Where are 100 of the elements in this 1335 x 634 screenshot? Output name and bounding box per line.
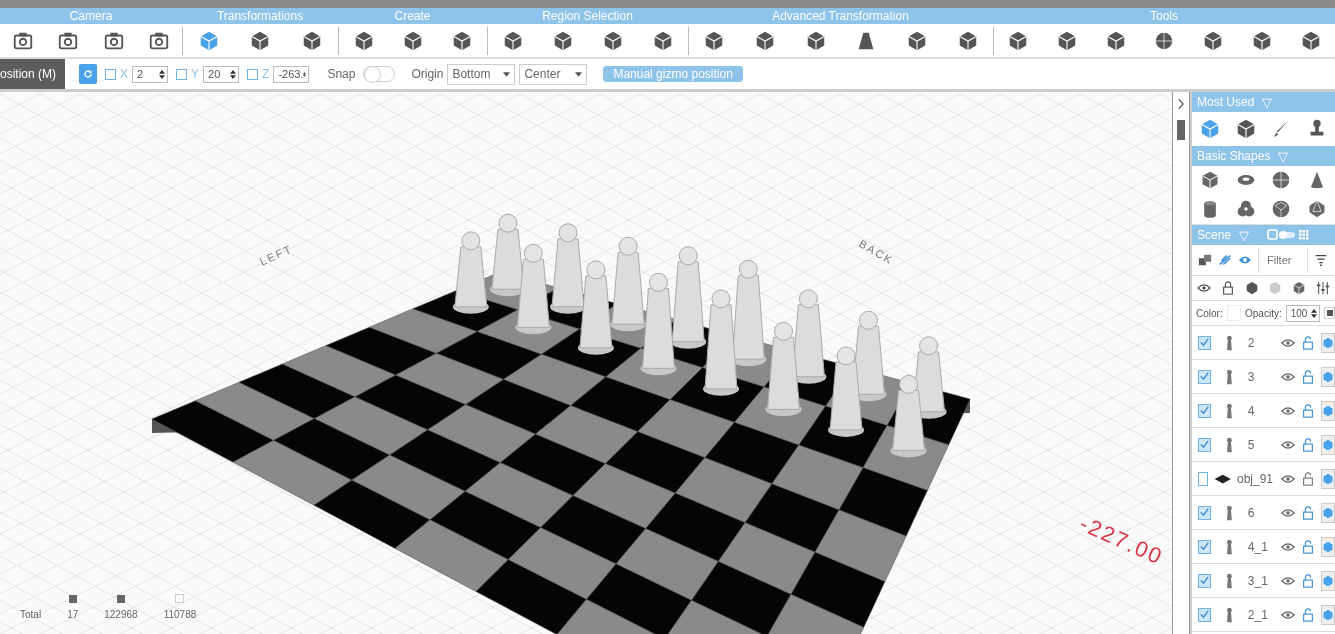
filter-field[interactable]: Filter <box>1258 247 1308 273</box>
scene-object-row[interactable]: 2_1 <box>1192 598 1335 632</box>
scene-object-row[interactable]: 4 <box>1192 394 1335 428</box>
apply-button[interactable] <box>1324 307 1335 319</box>
scene-object-row[interactable]: 4_1 <box>1192 530 1335 564</box>
unlocked-lock-icon[interactable] <box>1301 437 1315 452</box>
object-checkbox[interactable] <box>1198 437 1211 452</box>
origin-label: Origin <box>411 67 444 81</box>
scene-object-row[interactable]: 2 <box>1192 326 1335 360</box>
object-cube-button[interactable] <box>1321 366 1335 387</box>
toolbar-section-title: Create <box>338 8 487 24</box>
stat-label: 110788 <box>163 609 197 620</box>
cube-icon <box>502 30 524 52</box>
object-name: obj_91 <box>1237 471 1271 486</box>
geosphere-icon <box>1271 198 1292 219</box>
camera-icon <box>148 30 171 52</box>
view-mode-switch-icon[interactable] <box>1267 229 1310 241</box>
object-checkbox[interactable] <box>1198 369 1211 384</box>
group-objects-icon[interactable] <box>1198 253 1212 267</box>
opacity-label: Opacity: <box>1245 307 1282 319</box>
snap-label: Snap <box>327 67 356 81</box>
scene-object-row[interactable]: 6 <box>1192 496 1335 530</box>
mode-tab[interactable]: osition (M) <box>0 59 65 89</box>
eye-icon[interactable] <box>1196 281 1211 295</box>
unlocked-lock-icon[interactable] <box>1301 607 1315 622</box>
object-checkbox[interactable] <box>1198 335 1211 350</box>
axis-checkbox[interactable] <box>247 68 259 80</box>
object-name: 5 <box>1247 437 1256 452</box>
snap-toggle[interactable] <box>363 66 396 82</box>
square-icon <box>1326 310 1333 316</box>
opacity-field[interactable]: 100 <box>1285 304 1321 322</box>
section-title: Scene <box>1197 228 1232 242</box>
unlocked-lock-icon[interactable] <box>1301 471 1315 486</box>
axis-label: Z <box>262 67 270 81</box>
scene-object-row[interactable]: 3_1 <box>1192 564 1335 598</box>
section-title: Most Used <box>1197 95 1255 109</box>
axis-value-field[interactable]: 20 <box>203 65 240 83</box>
object-name: 4 <box>1247 403 1256 418</box>
icosahedron-icon <box>1307 198 1328 219</box>
spinner-arrows-icon[interactable] <box>1311 308 1318 318</box>
hide-icon[interactable] <box>1218 253 1232 267</box>
object-checkbox[interactable] <box>1198 607 1211 622</box>
object-checkbox[interactable] <box>1198 471 1208 486</box>
object-cube-button[interactable] <box>1321 570 1335 591</box>
cube-icon <box>754 30 776 52</box>
unlocked-lock-icon[interactable] <box>1301 369 1315 384</box>
axis-checkbox[interactable] <box>176 68 187 80</box>
object-cube-button[interactable] <box>1321 400 1335 421</box>
object-checkbox[interactable] <box>1198 539 1211 554</box>
object-name: 2_1 <box>1247 607 1269 622</box>
axis-value-field[interactable]: 2 <box>132 65 168 83</box>
color-label: Color: <box>1196 307 1223 319</box>
scene-object-row[interactable]: 3 <box>1192 360 1335 394</box>
cube-icon[interactable] <box>1244 281 1259 295</box>
unlocked-lock-icon[interactable] <box>1301 403 1315 418</box>
reset-button[interactable] <box>79 64 97 84</box>
square-icon <box>68 595 77 603</box>
toolbar-section-title: Camera <box>0 8 182 24</box>
object-cube-button[interactable] <box>1321 604 1335 625</box>
chevron-right-icon <box>1177 98 1185 110</box>
caret-down-icon <box>503 71 511 77</box>
object-cube-button[interactable] <box>1321 536 1335 557</box>
axis-value-field[interactable]: -263. <box>273 65 310 83</box>
unlocked-lock-icon[interactable] <box>1301 505 1315 520</box>
object-cube-button[interactable] <box>1321 332 1335 353</box>
cube-icon <box>652 30 674 52</box>
sort-icon[interactable] <box>1314 253 1328 267</box>
toolbar-section-title: Region Selection <box>487 8 688 24</box>
object-checkbox[interactable] <box>1198 505 1211 520</box>
scene-object-row[interactable]: 5 <box>1192 428 1335 462</box>
sliders-icon[interactable] <box>1316 281 1331 295</box>
unlocked-lock-icon[interactable] <box>1301 573 1315 588</box>
object-checkbox[interactable] <box>1198 403 1211 418</box>
object-name: 3_1 <box>1247 573 1269 588</box>
scene-object-row[interactable]: obj_91 <box>1192 462 1335 496</box>
unlocked-lock-icon[interactable] <box>1301 335 1315 350</box>
toolbar-section-title: Transformations <box>182 8 338 24</box>
spinner-arrows-icon[interactable] <box>230 69 237 79</box>
scrollbar-thumb[interactable] <box>1177 120 1185 140</box>
object-cube-button[interactable] <box>1321 502 1335 523</box>
object-cube-button[interactable] <box>1321 468 1335 489</box>
object-checkbox[interactable] <box>1198 573 1211 588</box>
axis-checkbox[interactable] <box>105 68 116 80</box>
origin-dropdown[interactable]: Center <box>519 63 588 85</box>
section-title: Basic Shapes <box>1197 149 1271 163</box>
cube-icon[interactable] <box>1292 281 1307 295</box>
lock-icon[interactable] <box>1220 281 1235 295</box>
spinner-arrows-icon[interactable] <box>159 69 165 79</box>
cube-icon <box>602 30 624 52</box>
object-name: 6 <box>1247 505 1256 520</box>
object-name: 2 <box>1247 335 1256 350</box>
stat-label: 122968 <box>104 609 138 620</box>
axis-label: Y <box>191 67 200 81</box>
square-icon <box>116 595 125 603</box>
cube-icon <box>402 30 424 52</box>
object-name: 3 <box>1247 369 1256 384</box>
object-cube-button[interactable] <box>1321 434 1335 455</box>
unlocked-lock-icon[interactable] <box>1301 539 1315 554</box>
spinner-arrows-icon[interactable] <box>303 69 307 79</box>
origin-dropdown[interactable]: Bottom <box>447 63 516 85</box>
